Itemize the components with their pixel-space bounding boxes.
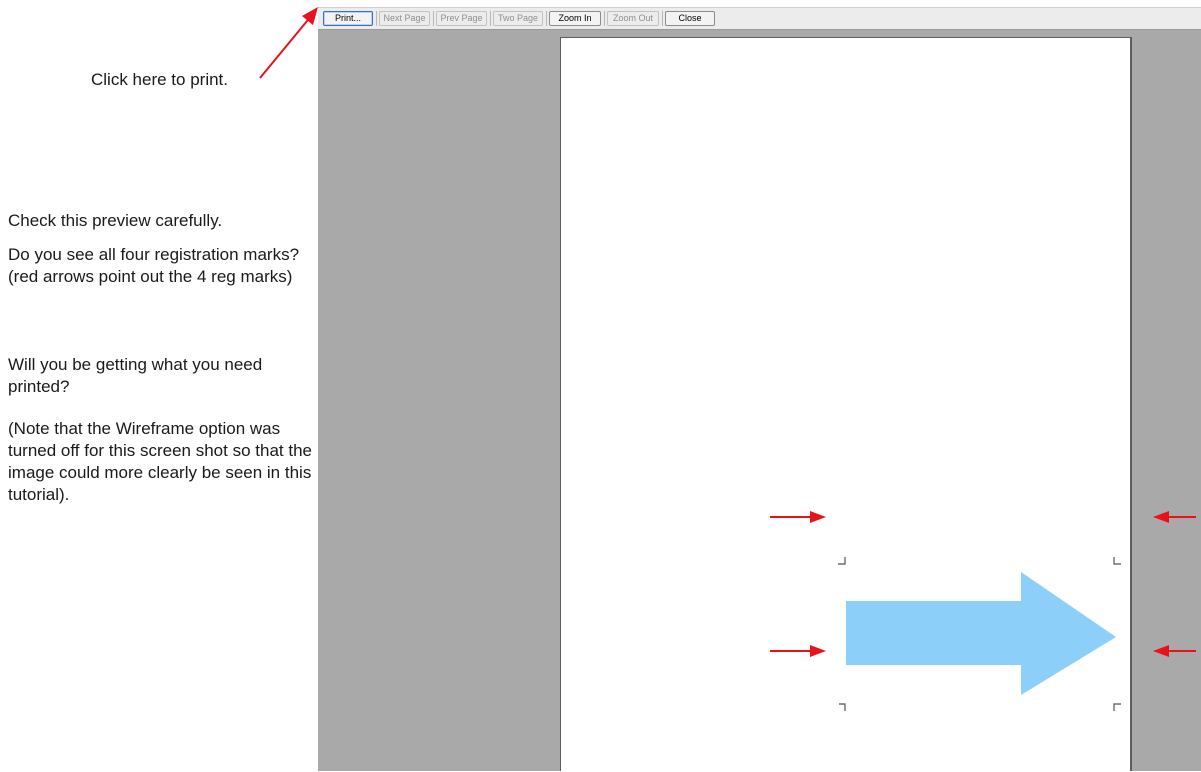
next-page-button[interactable]: Next Page <box>379 11 430 26</box>
toolbar-separator <box>604 11 605 26</box>
two-page-button[interactable]: Two Page <box>493 11 543 26</box>
toolbar-separator <box>376 11 377 26</box>
preview-area[interactable] <box>321 30 1201 771</box>
toolbar-separator <box>433 11 434 26</box>
toolbar-separator <box>490 11 491 26</box>
page-artwork <box>838 557 1121 711</box>
click-here-note: Click here to print. <box>91 70 228 89</box>
registration-marks-note: Do you see all four registration marks? … <box>8 245 300 286</box>
prev-page-button[interactable]: Prev Page <box>436 11 487 26</box>
toolbar-separator <box>546 11 547 26</box>
arrow-artwork <box>846 572 1116 695</box>
print-button[interactable]: Print... <box>323 11 373 26</box>
click-here-arrow <box>259 7 318 79</box>
registration-mark-top-left <box>838 557 846 565</box>
toolbar-separator <box>662 11 663 26</box>
check-preview-note: Check this preview carefully. <box>8 211 223 230</box>
wireframe-note: (Note that the Wireframe option was turn… <box>8 419 312 504</box>
registration-mark-top-right <box>1113 557 1121 565</box>
zoom-in-button[interactable]: Zoom In <box>549 11 601 26</box>
registration-mark-bottom-left <box>839 703 846 711</box>
close-button[interactable]: Close <box>665 11 715 26</box>
print-preview-page <box>560 37 1132 771</box>
preview-toolbar: Print... Next Page Prev Page Two Page Zo… <box>318 7 1201 30</box>
zoom-out-button[interactable]: Zoom Out <box>607 11 659 26</box>
printed-question-note: Will you be getting what you need printe… <box>8 355 263 396</box>
registration-mark-bottom-right <box>1113 703 1121 711</box>
print-preview-window: Print... Next Page Prev Page Two Page Zo… <box>318 7 1201 771</box>
